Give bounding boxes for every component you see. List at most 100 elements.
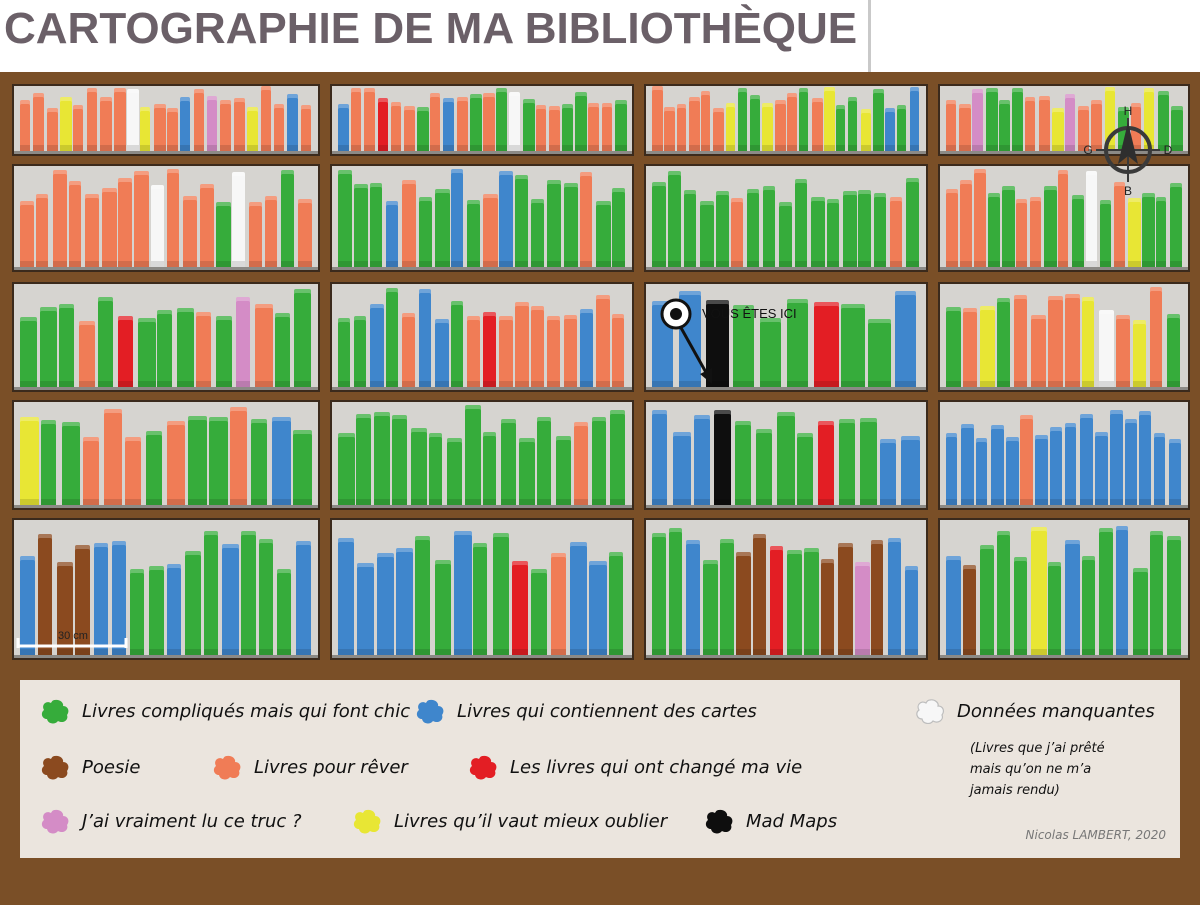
book-brown bbox=[736, 552, 751, 655]
book-blue bbox=[1050, 427, 1062, 505]
book-brown bbox=[821, 559, 834, 655]
book-pink bbox=[972, 89, 983, 151]
book-green bbox=[797, 433, 813, 505]
book-blue bbox=[1006, 437, 1019, 505]
book-green bbox=[1167, 314, 1180, 387]
book-orange bbox=[1014, 295, 1027, 387]
book-white bbox=[127, 89, 139, 151]
book-green bbox=[177, 308, 194, 387]
book-orange bbox=[547, 316, 560, 387]
book-green bbox=[610, 410, 625, 505]
book-green bbox=[98, 297, 113, 387]
book-orange bbox=[652, 86, 663, 151]
book-blue bbox=[287, 94, 298, 151]
book-green bbox=[986, 88, 998, 151]
book-green bbox=[609, 552, 623, 655]
book-green bbox=[435, 560, 451, 655]
book-green bbox=[735, 421, 751, 505]
book-green bbox=[747, 189, 759, 267]
book-green bbox=[1002, 186, 1015, 267]
book-blue bbox=[1169, 439, 1181, 505]
book-yellow bbox=[1082, 297, 1094, 387]
book-orange bbox=[713, 108, 724, 151]
book-green bbox=[779, 202, 792, 267]
book-orange bbox=[85, 194, 99, 267]
book-orange bbox=[351, 88, 361, 151]
book-blue bbox=[652, 301, 673, 387]
book-orange bbox=[255, 304, 273, 387]
book-green bbox=[251, 419, 267, 505]
book-orange bbox=[134, 171, 149, 267]
book-green bbox=[277, 569, 291, 655]
book-green bbox=[531, 199, 544, 267]
book-green bbox=[873, 89, 884, 151]
book-green bbox=[1142, 193, 1155, 267]
shelf-compartment bbox=[938, 518, 1190, 660]
book-green bbox=[827, 199, 839, 267]
book-blue bbox=[885, 108, 895, 151]
book-red bbox=[512, 561, 528, 655]
book-green bbox=[596, 201, 611, 267]
book-orange bbox=[20, 201, 34, 267]
book-yellow bbox=[140, 107, 150, 151]
book-green bbox=[988, 193, 1000, 267]
book-red bbox=[814, 302, 839, 387]
book-green bbox=[146, 431, 162, 505]
book-blue bbox=[961, 424, 974, 505]
book-green bbox=[515, 175, 528, 267]
book-orange bbox=[946, 189, 958, 267]
book-green bbox=[700, 201, 714, 267]
shelf-compartment bbox=[12, 164, 320, 272]
book-blue bbox=[499, 171, 513, 267]
book-green bbox=[980, 545, 994, 655]
book-blue bbox=[589, 561, 607, 655]
legend-swatch-icon bbox=[41, 699, 69, 724]
legend-item: Livres compliqués mais qui font chic bbox=[40, 698, 410, 724]
book-orange bbox=[588, 103, 599, 151]
book-green bbox=[149, 566, 164, 655]
book-green bbox=[1082, 556, 1095, 655]
compass-icon: H B G D bbox=[1083, 104, 1173, 196]
book-yellow bbox=[824, 87, 835, 151]
book-green bbox=[575, 92, 587, 151]
legend-swatch-icon bbox=[416, 699, 444, 724]
book-green bbox=[906, 178, 919, 267]
legend-item: Livres qui contiennent des cartes bbox=[415, 698, 757, 724]
book-orange bbox=[574, 422, 588, 505]
book-green bbox=[417, 107, 429, 151]
legend-item: Livres pour rêver bbox=[212, 754, 408, 780]
book-green bbox=[40, 307, 57, 387]
book-orange bbox=[564, 315, 577, 387]
book-orange bbox=[87, 88, 97, 151]
book-yellow bbox=[60, 97, 72, 151]
book-yellow bbox=[1128, 198, 1141, 267]
book-green bbox=[523, 99, 535, 151]
book-green bbox=[294, 289, 311, 387]
legend-label: Données manquantes bbox=[957, 700, 1155, 722]
shelf-compartment bbox=[330, 400, 634, 510]
book-orange bbox=[47, 108, 58, 151]
author-credit: Nicolas LAMBERT, 2020 bbox=[1025, 828, 1166, 842]
book-blue bbox=[901, 436, 920, 505]
shelf-compartment bbox=[330, 282, 634, 392]
book-orange bbox=[118, 178, 132, 267]
book-green bbox=[874, 193, 886, 267]
book-blue bbox=[370, 304, 384, 387]
book-green bbox=[777, 412, 795, 505]
book-green bbox=[760, 318, 781, 387]
book-green bbox=[1167, 536, 1181, 655]
legend-swatch-icon bbox=[916, 699, 944, 724]
book-green bbox=[338, 170, 352, 267]
book-orange bbox=[775, 100, 786, 151]
book-green bbox=[451, 301, 463, 387]
shelf-compartment bbox=[330, 84, 634, 156]
book-green bbox=[209, 417, 228, 505]
book-green bbox=[1012, 88, 1023, 151]
book-blue bbox=[1110, 410, 1123, 505]
book-orange bbox=[596, 295, 610, 387]
book-blue bbox=[686, 540, 700, 655]
compass-east-label: D bbox=[1164, 143, 1173, 157]
book-orange bbox=[946, 100, 956, 151]
book-green bbox=[435, 189, 450, 267]
book-green bbox=[860, 418, 877, 505]
